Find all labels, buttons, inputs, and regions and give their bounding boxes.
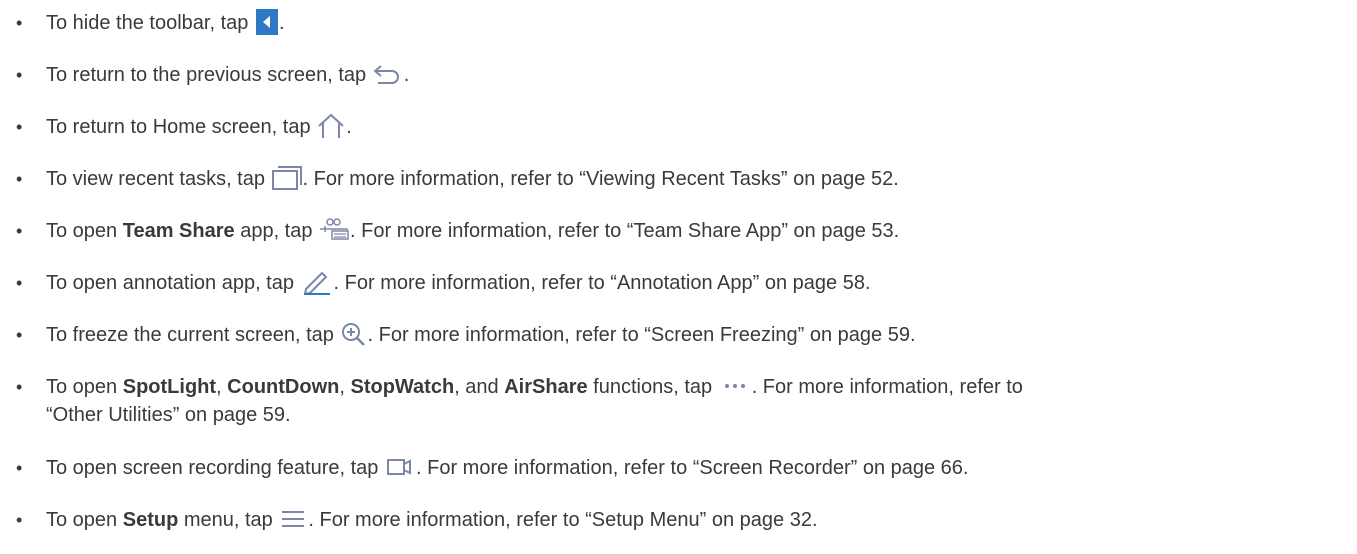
list-item-text: To hide the toolbar, tap . [46,8,1349,37]
bullet: • [16,325,23,345]
pencil-icon [300,269,334,295]
list-item-text: To open Setup menu, tap . For more infor… [46,507,1349,534]
list-item-text: To view recent tasks, tap . For more inf… [46,165,1349,193]
list-item-text: To open Team Share app, tap . For more i… [46,217,1349,245]
bullet: • [16,221,23,241]
bullet: • [16,13,23,33]
list-item-text: To return to Home screen, tap . [46,113,1349,141]
list-item-text: To open SpotLight, CountDown, StopWatch,… [46,374,1349,401]
bullet: • [16,117,23,137]
bullet: • [16,169,23,189]
list-item-text: “Other Utilities” on page 59. [46,404,291,426]
zoom-in-icon [340,321,368,347]
bullet: • [16,510,23,530]
bullet: • [16,273,23,293]
home-icon [316,113,346,139]
back-arrow-icon [372,61,404,87]
bullet: • [16,377,23,397]
list-item-text: To return to the previous screen, tap . [46,62,1349,89]
more-dots-icon [718,373,752,399]
menu-icon [278,506,308,532]
bullet: • [16,458,23,478]
recent-tasks-icon [271,165,303,191]
list-item-text: To open screen recording feature, tap . … [46,455,1349,482]
bullet: • [16,65,23,85]
screen-recorder-icon [384,454,416,480]
list-item-text: To open annotation app, tap . For more i… [46,270,1349,297]
list-item-text: To freeze the current screen, tap . For … [46,322,1349,349]
hide-toolbar-icon [255,8,278,35]
team-share-icon [318,217,350,243]
